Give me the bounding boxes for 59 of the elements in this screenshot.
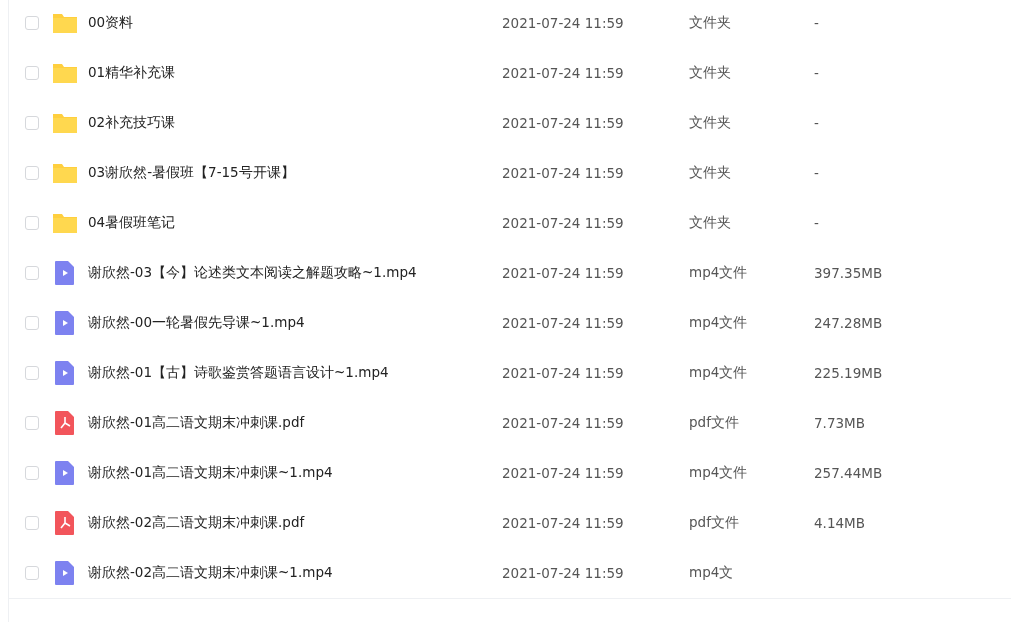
modified-date: 2021-07-24 11:59: [502, 265, 624, 281]
modified-date: 2021-07-24 11:59: [502, 565, 624, 581]
file-size: -: [814, 65, 819, 81]
checkbox[interactable]: [25, 366, 39, 380]
file-name[interactable]: 谢欣然-03【今】论述类文本阅读之解题攻略~1.mp4: [88, 264, 417, 280]
file-type: pdf文件: [689, 514, 739, 530]
file-name[interactable]: 谢欣然-01高二语文期末冲刺课~1.mp4: [88, 464, 333, 480]
checkbox[interactable]: [25, 66, 39, 80]
modified-date: 2021-07-24 11:59: [502, 115, 624, 131]
file-size: 7.73MB: [814, 415, 865, 431]
file-type: mp4文件: [689, 364, 748, 380]
checkbox[interactable]: [25, 16, 39, 30]
file-name[interactable]: 02补充技巧课: [88, 114, 176, 130]
file-type: mp4文: [689, 564, 734, 580]
file-name[interactable]: 谢欣然-00一轮暑假先导课~1.mp4: [88, 314, 305, 330]
modified-date: 2021-07-24 11:59: [502, 65, 624, 81]
checkbox[interactable]: [25, 466, 39, 480]
checkbox[interactable]: [25, 166, 39, 180]
file-size: 397.35MB: [814, 265, 883, 281]
file-name[interactable]: 谢欣然-01【古】诗歌鉴赏答题语言设计~1.mp4: [88, 364, 389, 380]
file-size: 4.14MB: [814, 515, 865, 531]
file-size: -: [814, 115, 819, 131]
file-size: 257.44MB: [814, 465, 883, 481]
file-type: 文件夹: [689, 64, 731, 80]
checkbox[interactable]: [25, 316, 39, 330]
modified-date: 2021-07-24 11:59: [502, 15, 624, 31]
file-name[interactable]: 01精华补充课: [88, 64, 176, 80]
modified-date: 2021-07-24 11:59: [502, 215, 624, 231]
file-type: 文件夹: [689, 164, 731, 180]
file-name[interactable]: 00资料: [88, 14, 134, 30]
checkbox[interactable]: [25, 516, 39, 530]
modified-date: 2021-07-24 11:59: [502, 365, 624, 381]
modified-date: 2021-07-24 11:59: [502, 465, 624, 481]
file-type: mp4文件: [689, 314, 748, 330]
file-size: -: [814, 215, 819, 231]
modified-date: 2021-07-24 11:59: [502, 415, 624, 431]
file-name[interactable]: 03谢欣然-暑假班【7-15号开课】: [88, 164, 295, 180]
checkbox[interactable]: [25, 216, 39, 230]
file-type: 文件夹: [689, 114, 731, 130]
file-type: pdf文件: [689, 414, 739, 430]
file-size: 225.19MB: [814, 365, 883, 381]
file-name[interactable]: 04暑假班笔记: [88, 214, 176, 230]
file-type: mp4文件: [689, 264, 748, 280]
modified-date: 2021-07-24 11:59: [502, 165, 624, 181]
checkbox[interactable]: [25, 116, 39, 130]
modified-date: 2021-07-24 11:59: [502, 515, 624, 531]
file-type: 文件夹: [689, 14, 731, 30]
modified-date: 2021-07-24 11:59: [502, 315, 624, 331]
file-size: -: [814, 165, 819, 181]
file-type: mp4文件: [689, 464, 748, 480]
checkbox[interactable]: [25, 566, 39, 580]
file-name[interactable]: 谢欣然-02高二语文期末冲刺课~1.mp4: [88, 564, 333, 580]
checkbox[interactable]: [25, 266, 39, 280]
file-size: 247.28MB: [814, 315, 883, 331]
file-type: 文件夹: [689, 214, 731, 230]
checkbox[interactable]: [25, 416, 39, 430]
file-size: -: [814, 15, 819, 31]
file-name[interactable]: 谢欣然-02高二语文期末冲刺课.pdf: [88, 514, 305, 530]
file-name[interactable]: 谢欣然-01高二语文期末冲刺课.pdf: [88, 414, 305, 430]
